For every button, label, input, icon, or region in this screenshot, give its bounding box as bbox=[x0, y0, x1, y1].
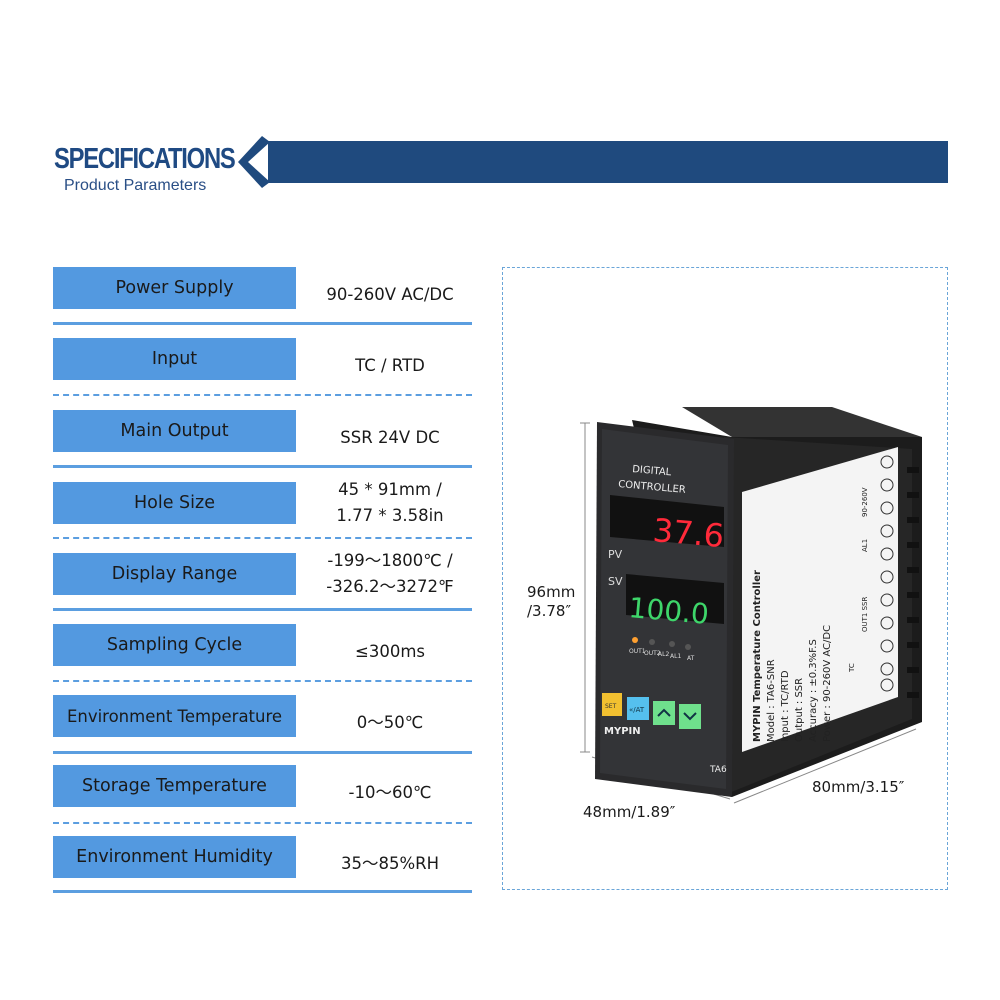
spec-value: ≤300ms bbox=[300, 628, 480, 676]
pv-value: 37.6 bbox=[651, 511, 725, 555]
side-label-output: Output : SSR bbox=[794, 678, 805, 742]
wiring-al1-label: AL1 bbox=[861, 539, 869, 552]
spec-value-line: -326.2～3272℉ bbox=[326, 577, 454, 596]
page-title: SPECIFICATIONS bbox=[54, 143, 236, 175]
height-dimension-inches: /3.78″ bbox=[527, 602, 572, 620]
wiring-tc-label: TC bbox=[848, 663, 856, 673]
sv-label: SV bbox=[608, 575, 623, 588]
spec-value: 0～50℃ bbox=[300, 699, 480, 747]
row-divider bbox=[53, 537, 472, 539]
spec-label: Storage Temperature bbox=[53, 765, 296, 807]
spec-label: Hole Size bbox=[53, 482, 296, 524]
pv-label: PV bbox=[608, 548, 623, 561]
spec-value-line: -199～1800℃ / bbox=[327, 551, 453, 570]
spec-value: 45 * 91mm / 1.77 * 3.58in bbox=[300, 479, 480, 527]
spec-label: Environment Temperature bbox=[53, 695, 296, 737]
indicator-at: AT bbox=[687, 655, 695, 662]
spec-value: 35～85%RH bbox=[300, 840, 480, 888]
spec-value: SSR 24V DC bbox=[300, 414, 480, 462]
spec-value-line: ≤300ms bbox=[355, 642, 425, 661]
row-divider bbox=[53, 890, 472, 893]
header-bar bbox=[268, 141, 948, 183]
side-label-input: Input : TC/RTD bbox=[780, 670, 791, 742]
spec-value-line: 0～50℃ bbox=[356, 713, 424, 732]
spec-label: Main Output bbox=[53, 410, 296, 452]
width-dimension: 48mm/1.89″ bbox=[583, 803, 676, 821]
brand-logo: MYPIN bbox=[604, 726, 641, 737]
side-label-power: Power : 90-260V AC/DC bbox=[822, 625, 833, 742]
indicator-al1: AL1 bbox=[670, 653, 681, 660]
spec-label: Input bbox=[53, 338, 296, 380]
shift-at-button[interactable]: «/AT bbox=[627, 697, 649, 720]
sv-value: 100.0 bbox=[627, 591, 710, 631]
depth-dimension: 80mm/3.15″ bbox=[812, 778, 905, 796]
model-label: TA6 bbox=[709, 765, 727, 775]
spec-label: Display Range bbox=[53, 553, 296, 595]
indicator-al2: AL2 bbox=[658, 651, 669, 658]
row-divider bbox=[53, 751, 472, 754]
row-divider bbox=[53, 322, 472, 325]
set-button-label: SET bbox=[605, 703, 617, 710]
page-subtitle: Product Parameters bbox=[64, 177, 207, 194]
down-button[interactable] bbox=[679, 704, 701, 729]
device-front: DIGITAL CONTROLLER 37.6 PV SV 100.0 OUT1… bbox=[595, 422, 734, 797]
spec-value: 90-260V AC/DC bbox=[300, 271, 480, 319]
spec-value: -10～60℃ bbox=[300, 769, 480, 817]
up-button[interactable] bbox=[653, 701, 675, 725]
spec-value: TC / RTD bbox=[300, 342, 480, 390]
side-label-model: Model : TA6-SNR bbox=[766, 659, 777, 742]
spec-value-line: 1.77 * 3.58in bbox=[336, 506, 444, 525]
spec-value-line: TC / RTD bbox=[355, 356, 425, 375]
spec-value-line: SSR 24V DC bbox=[340, 428, 440, 447]
row-divider bbox=[53, 822, 472, 824]
height-dimension: 96mm bbox=[527, 583, 576, 601]
shift-at-label: «/AT bbox=[629, 706, 645, 714]
wiring-out1-label: OUT1 SSR bbox=[861, 597, 869, 632]
side-label-title: MYPIN Temperature Controller bbox=[752, 570, 763, 742]
product-image: MYPIN Temperature Controller Model : TA6… bbox=[580, 407, 922, 804]
side-label-accuracy: Accuracy : ±0.3%F.S bbox=[808, 639, 819, 742]
row-divider bbox=[53, 394, 472, 396]
spec-value-line: 45 * 91mm / bbox=[338, 480, 442, 499]
spec-label: Sampling Cycle bbox=[53, 624, 296, 666]
set-button[interactable]: SET bbox=[602, 693, 622, 716]
spec-label: Environment Humidity bbox=[53, 836, 296, 878]
wiring-power-label: 90-260V bbox=[861, 487, 869, 517]
spec-value-line: -10～60℃ bbox=[348, 783, 432, 802]
spec-value-line: 35～85%RH bbox=[340, 854, 440, 873]
row-divider bbox=[53, 680, 472, 682]
spec-value: -199～1800℃ / -326.2～3272℉ bbox=[300, 550, 480, 598]
out1-led bbox=[632, 637, 638, 643]
spec-value-line: 90-260V AC/DC bbox=[326, 285, 454, 304]
row-divider bbox=[53, 465, 472, 468]
row-divider bbox=[53, 608, 472, 611]
spec-label: Power Supply bbox=[53, 267, 296, 309]
